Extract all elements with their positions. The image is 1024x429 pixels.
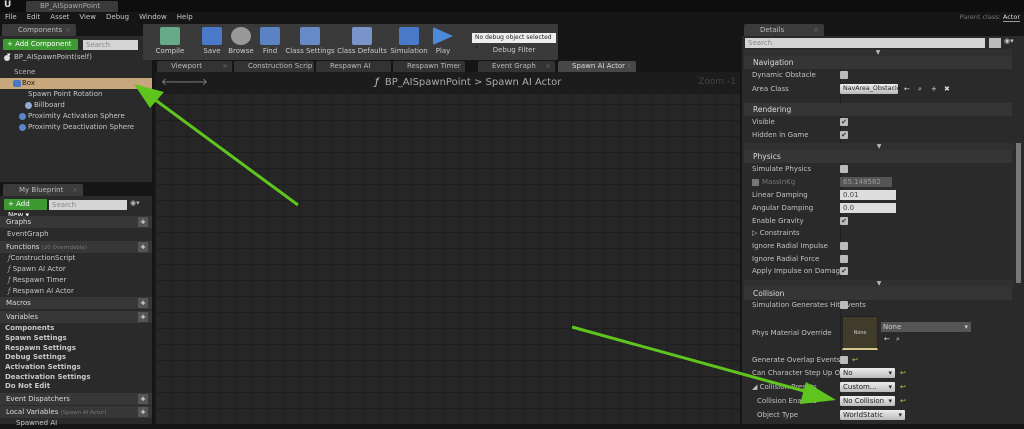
arrow-to-collision-enabled xyxy=(571,325,836,404)
arrow-to-box xyxy=(134,84,299,207)
annotation-arrows xyxy=(134,84,836,404)
